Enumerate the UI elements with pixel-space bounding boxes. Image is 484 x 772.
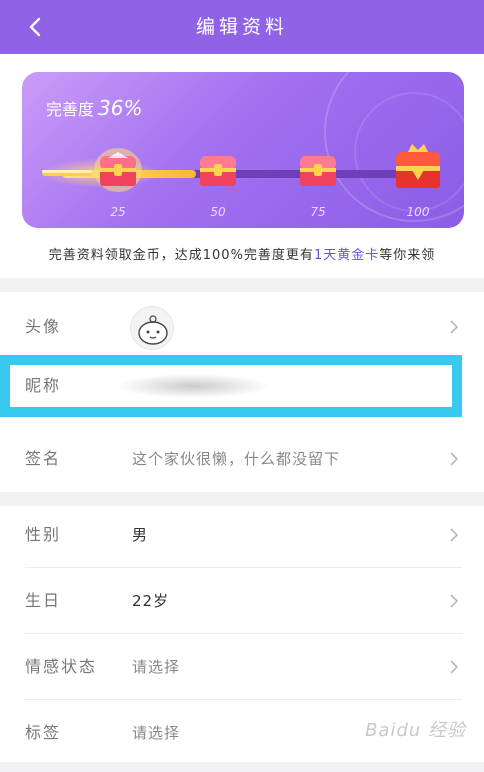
treasure-chest-icon[interactable]: [94, 148, 142, 192]
milestone-label: 75: [310, 205, 326, 219]
treasure-chest-icon[interactable]: [194, 148, 242, 192]
gold-card-link[interactable]: 1天黄金卡: [314, 248, 379, 263]
milestone-label: 50: [210, 205, 226, 219]
nickname-value-blurred: [118, 374, 268, 398]
section-divider: [0, 278, 484, 292]
completeness-text: 完善度 36%: [46, 96, 142, 120]
chevron-right-icon: [450, 528, 459, 542]
promo-text: 完善资料领取金币，达成100%完善度更有1天黄金卡等你来领: [0, 244, 484, 263]
promo-suffix: 等你来领: [379, 248, 436, 263]
promo-prefix: 完善资料领取金币，达成100%完善度更有: [48, 248, 314, 263]
section-divider: [0, 762, 484, 772]
top-nav-bar: 编辑资料: [0, 0, 484, 54]
gender-label: 性别: [25, 525, 62, 544]
chevron-right-icon: [450, 320, 459, 334]
chevron-right-icon: [450, 594, 459, 608]
completeness-percent: 36%: [98, 96, 143, 120]
birthday-value: 22岁: [132, 592, 170, 610]
chevron-right-icon: [450, 452, 459, 466]
page-title: 编辑资料: [195, 16, 288, 38]
signature-row[interactable]: 签名 这个家伙很懒，什么都没留下: [0, 426, 484, 492]
chevron-right-icon: [450, 660, 459, 674]
milestone-label: 100: [406, 205, 430, 219]
completeness-card: 完善度 36% 25 50 75 100: [22, 72, 464, 228]
golden-key-icon: [42, 170, 92, 176]
treasure-chest-icon[interactable]: [294, 148, 342, 192]
gender-row[interactable]: 性别 男: [0, 502, 484, 568]
birthday-label: 生日: [25, 591, 62, 610]
nickname-label: 昵称: [25, 376, 62, 395]
avatar-label: 头像: [25, 317, 62, 336]
milestone-label: 25: [110, 205, 126, 219]
avatar-face-icon: [138, 315, 168, 345]
tags-value: 请选择: [132, 724, 181, 742]
avatar-row[interactable]: 头像: [0, 294, 484, 360]
gender-value: 男: [132, 526, 149, 544]
relationship-label: 情感状态: [25, 657, 98, 676]
signature-label: 签名: [25, 449, 62, 468]
avatar[interactable]: [130, 306, 174, 350]
watermark: Baidu 经验: [365, 720, 466, 741]
relationship-value: 请选择: [132, 658, 181, 676]
signature-value: 这个家伙很懒，什么都没留下: [132, 450, 341, 468]
tags-label: 标签: [25, 723, 62, 742]
treasure-chest-icon[interactable]: [390, 142, 446, 194]
birthday-row[interactable]: 生日 22岁: [0, 568, 484, 634]
completeness-label: 完善度: [46, 100, 95, 119]
relationship-row[interactable]: 情感状态 请选择: [0, 634, 484, 700]
